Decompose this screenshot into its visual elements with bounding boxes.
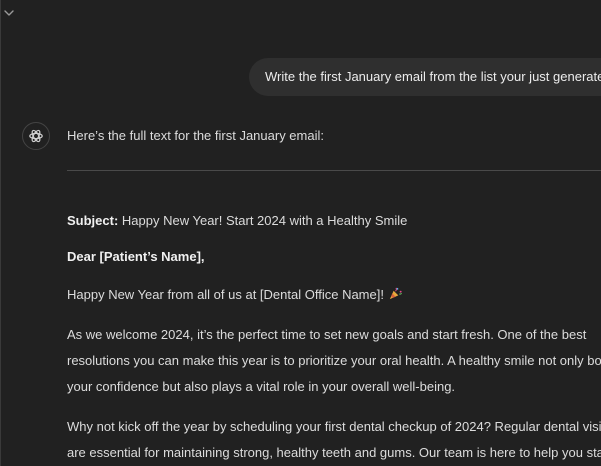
paragraph-1-line: your confidence but also plays a vital r… (67, 379, 456, 394)
assistant-intro: Here’s the full text for the first Janua… (67, 128, 324, 143)
email-subject: Subject: Happy New Year! Start 2024 with… (67, 211, 601, 231)
user-message-bubble: Write the first January email from the l… (249, 58, 601, 96)
party-popper-icon (389, 287, 402, 300)
assistant-message: Here’s the full text for the first Janua… (67, 122, 601, 466)
chat-window: Write the first January email from the l… (0, 0, 601, 466)
email-paragraph-1: As we welcome 2024, it’s the perfect tim… (67, 322, 601, 400)
new-year-text: Happy New Year from all of us at [Dental… (67, 287, 384, 302)
paragraph-2-line: Why not kick off the year by scheduling … (67, 419, 601, 434)
paragraph-2-line: are essential for maintaining strong, he… (67, 445, 601, 460)
email-paragraph-2: Why not kick off the year by scheduling … (67, 414, 601, 466)
user-message-text: Write the first January email from the l… (265, 69, 601, 84)
email-greeting: Dear [Patient’s Name], (67, 249, 205, 264)
chevron-down-icon[interactable] (3, 7, 15, 19)
paragraph-1-line: As we welcome 2024, it’s the perfect tim… (67, 327, 587, 342)
assistant-avatar (22, 122, 50, 150)
divider (67, 170, 601, 171)
email-new-year-line: Happy New Year from all of us at [Dental… (67, 285, 601, 305)
subject-text: Happy New Year! Start 2024 with a Health… (118, 213, 408, 228)
paragraph-1-line: resolutions you can make this year is to… (67, 353, 601, 368)
subject-label: Subject: (67, 213, 119, 228)
openai-logo-icon (29, 129, 43, 143)
